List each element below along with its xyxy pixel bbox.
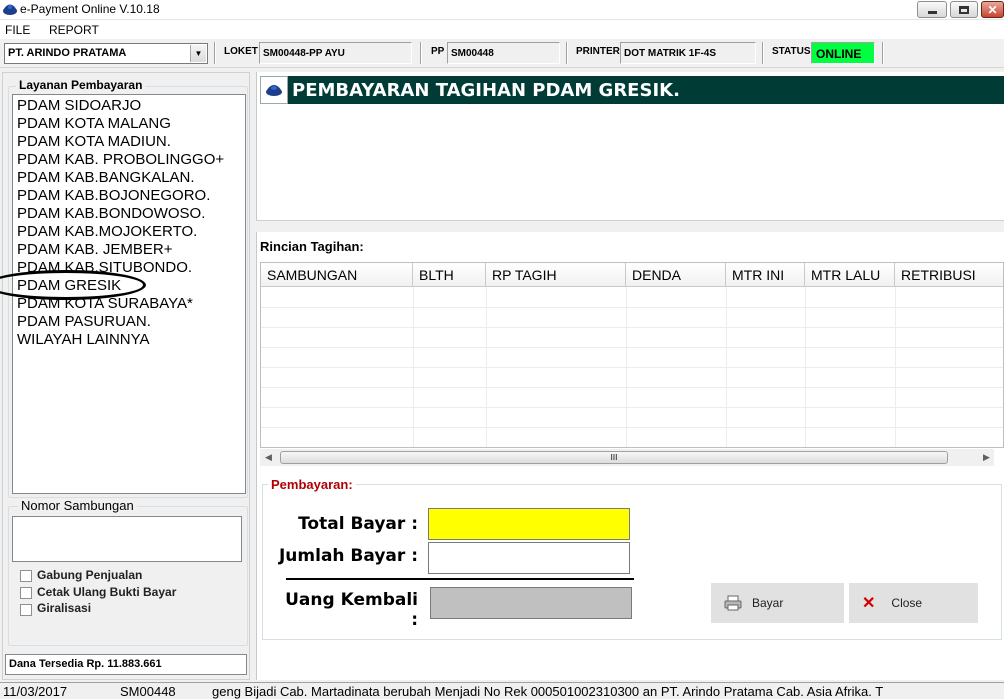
bayar-button-label: Bayar (752, 596, 784, 610)
nomor-group-label: Nomor Sambungan (18, 498, 137, 513)
page-title: PEMBAYARAN TAGIHAN PDAM GRESIK. (292, 80, 680, 101)
total-bayar-field (428, 508, 630, 540)
company-select[interactable]: PT. ARINDO PRATAMA ▼ (4, 43, 208, 64)
cetak-ulang-label: Cetak Ulang Bukti Bayar (37, 585, 177, 599)
grid-col-line (626, 287, 627, 447)
list-item[interactable]: PDAM KAB. PROBOLINGGO+ (17, 151, 224, 169)
list-item[interactable]: WILAYAH LAINNYA (17, 331, 150, 349)
scroll-grip: III (610, 453, 618, 462)
scroll-left-icon[interactable]: ◀ (265, 452, 272, 463)
toolbar-separator (214, 42, 216, 64)
minimize-button[interactable] (917, 1, 947, 18)
loket-value: SM00448-PP AYU (259, 42, 412, 64)
list-item[interactable]: PDAM KAB.BONDOWOSO. (17, 205, 205, 223)
grid-row-line (261, 427, 1003, 428)
printer-value: DOT MATRIK 1F-4S (620, 42, 756, 64)
list-item[interactable]: PDAM SIDOARJO (17, 97, 141, 115)
col-header-mtr-ini[interactable]: MTR INI (726, 263, 805, 287)
bayar-button[interactable]: Bayar (711, 583, 844, 623)
app-icon (3, 4, 17, 15)
grid-row-line (261, 407, 1003, 408)
banner-logo-icon (260, 76, 288, 104)
uang-kembali-label: Uang Kembali : (285, 590, 418, 630)
maximize-button[interactable] (950, 1, 978, 18)
grid-col-line (895, 287, 896, 447)
pp-label: PP (431, 46, 445, 57)
col-header-denda[interactable]: DENDA (626, 263, 726, 287)
giralisasi-checkbox[interactable] (20, 604, 32, 616)
scroll-right-icon[interactable]: ▶ (983, 452, 990, 463)
nomor-sambungan-input[interactable] (12, 516, 242, 562)
pembayaran-label: Pembayaran: (268, 477, 356, 492)
col-header-retribusi[interactable]: RETRIBUSI (895, 263, 1003, 287)
cetak-ulang-checkbox[interactable] (20, 587, 32, 599)
close-icon: ✕ (987, 2, 998, 17)
close-button[interactable]: ✕ Close (849, 583, 978, 623)
toolbar-separator (566, 42, 568, 64)
uang-kembali-field (430, 587, 632, 619)
minimize-icon (927, 11, 937, 14)
payment-divider (286, 578, 634, 580)
toolbar-separator (420, 42, 422, 64)
total-bayar-label: Total Bayar : (298, 514, 418, 534)
jumlah-bayar-input[interactable] (428, 542, 630, 574)
rincian-label: Rincian Tagihan: (260, 239, 364, 254)
status-ticker: geng Bijadi Cab. Martadinata berubah Men… (212, 684, 884, 699)
scrollbar-thumb[interactable]: III (280, 451, 948, 464)
grid-row-line (261, 327, 1003, 328)
menu-report[interactable]: REPORT (49, 23, 99, 37)
layanan-group-label: Layanan Pembayaran (16, 78, 146, 92)
gabung-penjualan-checkbox[interactable] (20, 570, 32, 582)
loket-label: LOKET (224, 46, 258, 57)
grid-col-line (413, 287, 414, 447)
list-item[interactable]: PDAM KAB. JEMBER+ (17, 241, 172, 259)
status-badge: ONLINE (811, 42, 875, 64)
grid-row-line (261, 347, 1003, 348)
list-item[interactable]: PDAM KAB.BOJONEGORO. (17, 187, 210, 205)
gabung-penjualan-label: Gabung Penjualan (37, 568, 143, 582)
toolbar-separator (762, 42, 764, 64)
pp-value: SM00448 (447, 42, 560, 64)
dana-tersedia: Dana Tersedia Rp. 11.883.661 (5, 654, 247, 675)
grid-col-line (486, 287, 487, 447)
close-window-button[interactable]: ✕ (981, 1, 1004, 18)
jumlah-bayar-label: Jumlah Bayar : (278, 546, 418, 566)
col-header-mtr-lalu[interactable]: MTR LALU (805, 263, 895, 287)
toolbar-separator (882, 42, 884, 64)
company-value: PT. ARINDO PRATAMA (8, 47, 127, 59)
menu-bar: FILE REPORT (0, 20, 1004, 39)
col-header-rp-tagih[interactable]: RP TAGIH (486, 263, 626, 287)
status-date: 11/03/2017 (3, 684, 68, 699)
giralisasi-label: Giralisasi (37, 601, 92, 615)
grid-col-line (726, 287, 727, 447)
printer-label: PRINTER (576, 46, 620, 57)
info-toolbar: PT. ARINDO PRATAMA ▼ LOKET SM00448-PP AY… (0, 39, 1004, 68)
grid-col-line (805, 287, 806, 447)
col-header-blth[interactable]: BLTH (413, 263, 486, 287)
close-button-label: Close (891, 596, 923, 610)
rincian-grid[interactable]: SAMBUNGAN BLTH RP TAGIH DENDA MTR INI MT… (260, 262, 1004, 448)
grid-row-line (261, 307, 1003, 308)
window-title: e-Payment Online V.10.18 (20, 2, 160, 16)
maximize-icon (959, 5, 969, 14)
list-item[interactable]: PDAM KOTA MADIUN. (17, 133, 171, 151)
status-label: STATUS (772, 46, 811, 57)
grid-row-line (261, 367, 1003, 368)
chevron-down-icon[interactable]: ▼ (190, 45, 206, 62)
grid-row-line (261, 387, 1003, 388)
close-x-icon: ✕ (862, 595, 876, 612)
status-id: SM00448 (120, 684, 176, 699)
list-item[interactable]: PDAM PASURUAN. (17, 313, 151, 331)
col-header-sambungan[interactable]: SAMBUNGAN (261, 263, 413, 287)
menu-file[interactable]: FILE (5, 23, 30, 37)
printer-icon (724, 595, 742, 611)
divider-bar (256, 220, 1004, 232)
list-item[interactable]: PDAM KOTA MALANG (17, 115, 171, 133)
title-bar: e-Payment Online V.10.18 ✕ (0, 0, 1004, 20)
list-item[interactable]: PDAM KAB.BANGKALAN. (17, 169, 195, 187)
list-item[interactable]: PDAM KAB.MOJOKERTO. (17, 223, 197, 241)
